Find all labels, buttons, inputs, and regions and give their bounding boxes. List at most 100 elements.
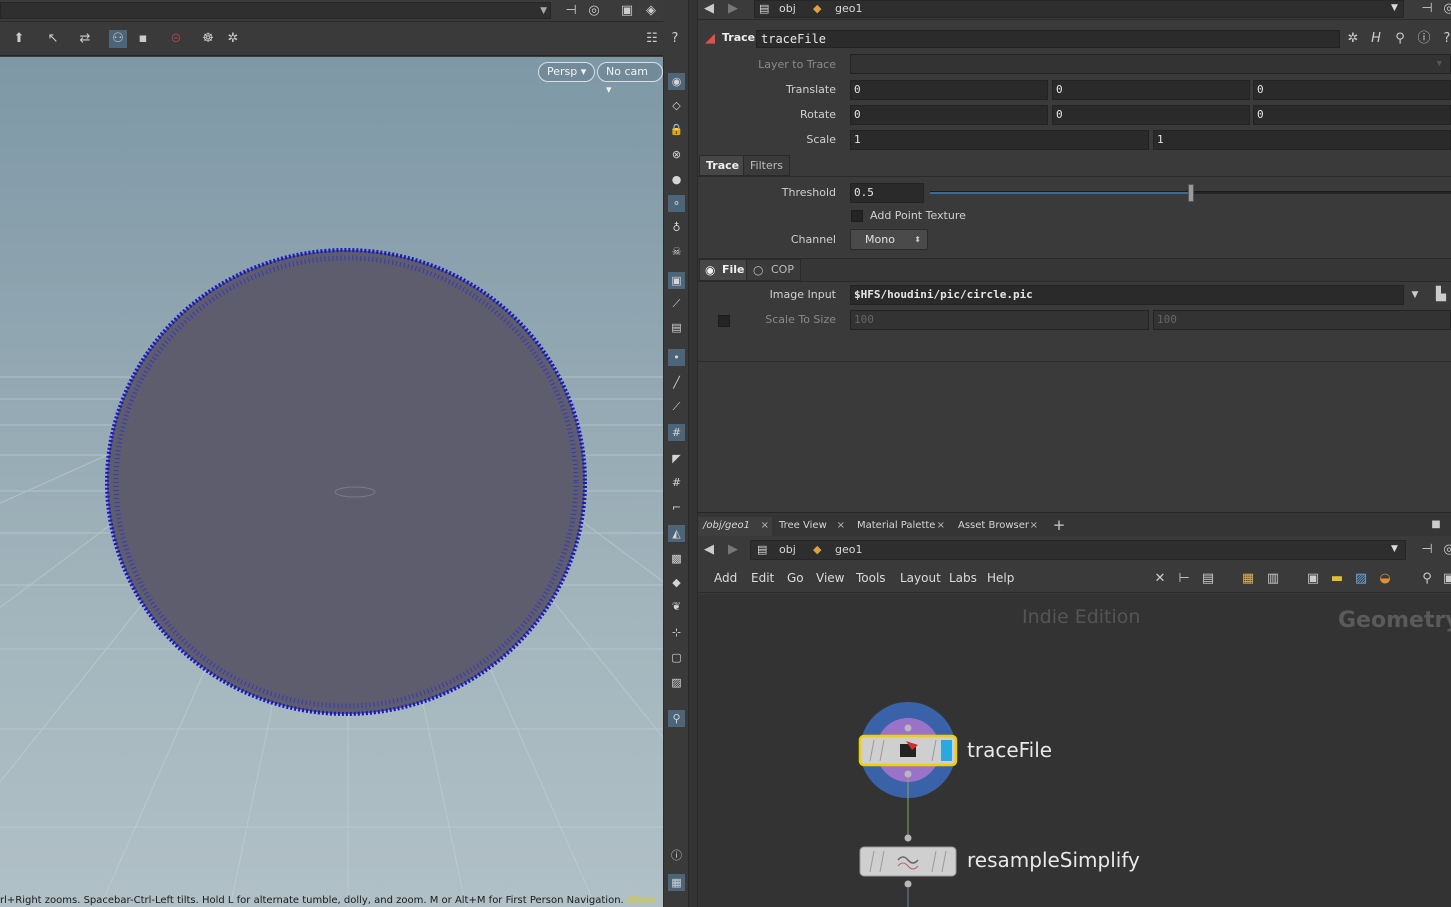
primitive-icon[interactable]: ◤ bbox=[668, 450, 685, 467]
normals-icon[interactable]: ⟋ bbox=[668, 295, 685, 312]
grid-color-icon[interactable]: ▦ bbox=[1239, 570, 1257, 588]
bulb-icon[interactable]: ♁ bbox=[668, 219, 685, 236]
camera-menu[interactable]: No cam ▾ bbox=[597, 62, 663, 96]
scale-x-field[interactable]: 1 bbox=[850, 130, 1149, 150]
edge-icon[interactable]: ⟋ bbox=[668, 398, 685, 415]
render-icon[interactable]: ▤ bbox=[668, 319, 685, 336]
tab-asset-browser[interactable]: Asset Browser × bbox=[953, 517, 1041, 536]
layer-icon[interactable]: ◆ bbox=[668, 574, 685, 591]
translate-z-field[interactable]: 0 bbox=[1253, 80, 1451, 100]
layer-to-trace-menu[interactable]: ▼ bbox=[850, 54, 1451, 74]
vertex-icon[interactable]: ╱ bbox=[668, 374, 685, 391]
vertex-numbers-icon[interactable]: # bbox=[668, 474, 685, 491]
chevron-down-icon[interactable]: ▼ bbox=[1406, 286, 1424, 304]
translate-x-field[interactable]: 0 bbox=[850, 80, 1048, 100]
tracefile-display-flag[interactable] bbox=[941, 740, 952, 761]
back-arrow-icon[interactable]: ◀ bbox=[700, 541, 718, 559]
grid-layout-icon[interactable]: ▦ bbox=[668, 874, 685, 891]
snap-icon[interactable]: ⚇ bbox=[109, 30, 127, 48]
node-name-field[interactable]: traceFile bbox=[756, 30, 1340, 48]
tracefile-node-label[interactable]: traceFile bbox=[967, 738, 1052, 762]
channel-menu[interactable]: Mono ⬍ bbox=[850, 229, 928, 250]
chevron-down-icon[interactable]: ▼ bbox=[1391, 542, 1398, 558]
path-field[interactable]: ▤ obj ◆ geo1 ▼ bbox=[754, 0, 1404, 18]
maximize-icon[interactable]: ■ bbox=[1427, 516, 1445, 534]
resamplesimplify-node-label[interactable]: resampleSimplify bbox=[967, 848, 1140, 872]
scale-to-size-y-field[interactable]: 100 bbox=[1153, 310, 1451, 330]
search-icon[interactable]: ⚲ bbox=[1391, 30, 1409, 48]
handle-icon[interactable]: ☸ bbox=[199, 30, 217, 48]
link-icon[interactable]: ◎ bbox=[1440, 541, 1451, 559]
tab-trace[interactable]: Trace bbox=[699, 155, 747, 176]
menu-add[interactable]: Add bbox=[714, 571, 737, 585]
resample-output-port[interactable] bbox=[904, 880, 912, 888]
translate-y-field[interactable]: 0 bbox=[1052, 80, 1250, 100]
location-icon[interactable]: ⚲ bbox=[668, 710, 685, 727]
pane-divider[interactable] bbox=[688, 0, 698, 907]
group-icon[interactable]: ❦ bbox=[668, 598, 685, 615]
image-input-field[interactable]: $HFS/houdini/pic/circle.pic bbox=[850, 285, 1404, 305]
view-icon[interactable]: ▣ bbox=[1440, 570, 1451, 588]
help-h-icon[interactable]: H bbox=[1367, 30, 1385, 48]
forward-arrow-icon[interactable]: ▶ bbox=[724, 0, 742, 18]
3d-viewport[interactable]: Persp ▾ No cam ▾ rl+Right zooms. Spaceba… bbox=[0, 57, 663, 907]
image-icon[interactable]: ▨ bbox=[668, 674, 685, 691]
cube-icon[interactable]: ▣ bbox=[618, 2, 636, 20]
select-edges-icon[interactable]: ⇄ bbox=[76, 30, 94, 48]
wrench-icon[interactable]: ✕ bbox=[1151, 570, 1169, 588]
path-obj[interactable]: obj bbox=[779, 1, 796, 17]
pin-icon[interactable]: ⊣ bbox=[562, 2, 580, 20]
point-display-icon[interactable]: • bbox=[668, 349, 685, 366]
back-arrow-icon[interactable]: ◀ bbox=[700, 0, 718, 18]
scale-to-size-toggle[interactable] bbox=[718, 315, 730, 327]
threshold-slider[interactable] bbox=[930, 184, 1451, 202]
add-tab-icon[interactable]: + bbox=[1050, 516, 1068, 534]
close-icon[interactable]: × bbox=[1030, 517, 1038, 535]
network-box-icon[interactable]: ▣ bbox=[1304, 570, 1322, 588]
image-icon[interactable]: ▨ bbox=[1352, 570, 1370, 588]
tracefile-input-port[interactable] bbox=[904, 724, 912, 732]
uv-icon[interactable]: ▩ bbox=[668, 550, 685, 567]
close-icon[interactable]: × bbox=[761, 517, 769, 535]
tab-material-palette[interactable]: Material Palette × bbox=[852, 517, 948, 536]
threshold-slider-handle[interactable] bbox=[1187, 184, 1194, 202]
file-chooser-icon[interactable]: ▙ bbox=[1432, 286, 1450, 304]
info-icon[interactable]: ⓘ bbox=[1415, 30, 1433, 48]
surface-icon[interactable]: ◭ bbox=[668, 525, 685, 542]
layout-icon[interactable]: ☷ bbox=[643, 30, 661, 48]
pin-icon[interactable]: ⊣ bbox=[1418, 0, 1436, 18]
select-points-icon[interactable]: ↖ bbox=[44, 30, 62, 48]
shading-icon[interactable]: ● bbox=[668, 171, 685, 188]
tree-icon[interactable]: ⊢ bbox=[1175, 570, 1193, 588]
source-file-tab[interactable]: ◉ File bbox=[699, 259, 752, 281]
camera-icon[interactable]: ◈ bbox=[642, 2, 660, 20]
tab-obj-geo1[interactable]: /obj/geo1 × bbox=[698, 517, 772, 536]
camera-view-icon[interactable]: ▣ bbox=[668, 272, 685, 289]
chevron-down-icon[interactable]: ▼ bbox=[1391, 1, 1398, 17]
net-path-obj[interactable]: obj bbox=[779, 542, 796, 558]
menu-help[interactable]: Help bbox=[987, 571, 1014, 585]
resample-input-port[interactable] bbox=[904, 834, 912, 842]
scale-y-field[interactable]: 1 bbox=[1153, 130, 1451, 150]
tab-tree-view[interactable]: Tree View × bbox=[774, 517, 848, 536]
menu-go[interactable]: Go bbox=[787, 571, 804, 585]
tab-filters[interactable]: Filters bbox=[743, 155, 790, 176]
link-icon[interactable]: ◎ bbox=[585, 2, 603, 20]
curve-icon[interactable]: ⌐ bbox=[668, 499, 685, 516]
add-point-texture-checkbox[interactable] bbox=[851, 210, 863, 222]
pin-icon[interactable]: ⊣ bbox=[1418, 541, 1436, 559]
link-icon[interactable]: ◎ bbox=[1440, 0, 1451, 18]
close-icon[interactable]: × bbox=[837, 517, 845, 535]
light-icon[interactable]: ⚬ bbox=[668, 195, 685, 212]
menu-view[interactable]: View bbox=[816, 571, 844, 585]
menu-labs[interactable]: Labs bbox=[949, 571, 977, 585]
help-icon[interactable]: ? bbox=[1438, 30, 1451, 48]
gear-icon[interactable]: ✲ bbox=[1344, 30, 1362, 48]
snap-tool-icon[interactable]: ⊹ bbox=[668, 624, 685, 641]
lock-icon[interactable]: 🔒 bbox=[668, 121, 685, 138]
net-path-geo1[interactable]: geo1 bbox=[835, 542, 862, 558]
search-icon[interactable]: ⚲ bbox=[1418, 570, 1436, 588]
rotate-z-field[interactable]: 0 bbox=[1253, 105, 1451, 125]
hat-icon[interactable]: ◒ bbox=[1376, 570, 1394, 588]
network-path-field[interactable]: ▤ obj ◆ geo1 ▼ bbox=[750, 540, 1406, 560]
